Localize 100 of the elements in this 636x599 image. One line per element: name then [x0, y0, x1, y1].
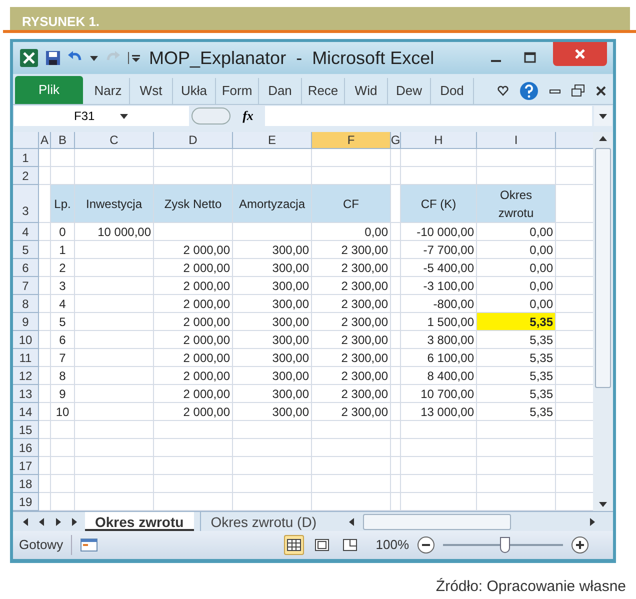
row-header[interactable]: 7 — [13, 277, 39, 295]
column-header[interactable]: G — [391, 132, 401, 149]
file-tab[interactable]: Plik — [15, 76, 83, 104]
table-cell — [39, 167, 51, 185]
table-cell — [39, 421, 51, 439]
scroll-up-icon[interactable] — [598, 134, 608, 144]
restore-icon[interactable] — [571, 84, 585, 98]
zoom-percent[interactable]: 100% — [376, 535, 409, 555]
expand-button[interactable] — [594, 106, 612, 126]
spreadsheet-app-icon[interactable] — [19, 48, 39, 68]
column-header[interactable]: F — [312, 132, 391, 149]
table-cell: 0,00 — [312, 223, 391, 241]
table-cell: 300,00 — [233, 349, 312, 367]
table-cell — [39, 331, 51, 349]
row-header[interactable]: 9 — [13, 313, 39, 331]
table-cell — [391, 295, 401, 313]
normal-view-button[interactable] — [284, 535, 304, 555]
scroll-left-icon[interactable] — [346, 516, 356, 526]
previous-sheet-icon[interactable] — [37, 516, 47, 526]
sheet-tab[interactable]: Okres zwrotu — [85, 512, 194, 531]
row-header[interactable]: 13 — [13, 385, 39, 403]
insert-function-button[interactable]: fx — [233, 106, 263, 126]
column-header[interactable]: D — [154, 132, 233, 149]
column-title: CF — [312, 185, 391, 223]
table-cell: 0 — [51, 223, 75, 241]
row-header[interactable]: 8 — [13, 295, 39, 313]
table-cell: 5,35 — [477, 331, 556, 349]
table-cell: 300,00 — [233, 331, 312, 349]
row-header[interactable]: 15 — [13, 421, 39, 439]
close-button[interactable] — [553, 42, 607, 66]
row-header[interactable]: 16 — [13, 439, 39, 457]
column-header[interactable]: B — [51, 132, 75, 149]
column-header[interactable]: E — [233, 132, 312, 149]
table-cell: 6 — [51, 331, 75, 349]
table-cell: 1 — [51, 241, 75, 259]
row-header[interactable]: 6 — [13, 259, 39, 277]
table-cell: 10 000,00 — [75, 223, 154, 241]
row-header[interactable]: 3 — [13, 185, 39, 223]
row-header[interactable]: 18 — [13, 475, 39, 493]
row-header[interactable]: 11 — [13, 349, 39, 367]
close-icon[interactable] — [595, 85, 607, 97]
table-cell: 300,00 — [233, 403, 312, 421]
help-icon[interactable] — [519, 81, 539, 101]
table-cell: 4 — [51, 295, 75, 313]
figure-label: RYSUNEK 1. — [22, 15, 100, 28]
maximize-icon[interactable] — [523, 51, 537, 65]
table-cell: 2 300,00 — [312, 295, 391, 313]
row-header[interactable]: 10 — [13, 331, 39, 349]
table-cell: 2 000,00 — [154, 331, 233, 349]
slider-thumb[interactable] — [500, 537, 510, 553]
formula-handle-icon[interactable] — [191, 106, 231, 124]
row-header[interactable]: 17 — [13, 457, 39, 475]
column-title: Zysk Netto — [154, 185, 233, 223]
table-cell — [39, 259, 51, 277]
table-cell: 300,00 — [233, 259, 312, 277]
scroll-right-icon[interactable] — [587, 516, 597, 526]
table-cell: 5,35 — [477, 349, 556, 367]
heart-icon[interactable] — [497, 85, 509, 97]
table-cell: 5,35 — [477, 385, 556, 403]
zoom-in-icon[interactable] — [571, 536, 589, 554]
table-cell — [391, 167, 401, 185]
horizontal-scroll-thumb[interactable] — [362, 514, 510, 530]
customize-toolbar-icon[interactable] — [127, 51, 141, 65]
zoom-slider[interactable] — [443, 537, 563, 553]
scroll-thumb[interactable] — [595, 148, 611, 388]
row-header[interactable]: 12 — [13, 367, 39, 385]
column-title: Lp. — [51, 185, 75, 223]
table-cell: 10 — [51, 403, 75, 421]
save-icon[interactable] — [45, 50, 61, 66]
row-header[interactable]: 2 — [13, 167, 39, 185]
row-header[interactable]: 4 — [13, 223, 39, 241]
table-cell — [391, 313, 401, 331]
first-sheet-icon[interactable] — [21, 516, 31, 526]
table-cell: 2 000,00 — [154, 403, 233, 421]
row-header[interactable]: 19 — [13, 493, 39, 511]
name-box[interactable]: F31 — [14, 106, 189, 126]
table-cell — [39, 349, 51, 367]
table-cell — [391, 223, 401, 241]
row-header[interactable]: 5 — [13, 241, 39, 259]
scroll-down-icon[interactable] — [598, 499, 608, 509]
column-header[interactable]: A — [39, 132, 51, 149]
row-header[interactable]: 1 — [13, 149, 39, 167]
column-header[interactable]: I — [477, 132, 556, 149]
next-sheet-icon[interactable] — [53, 516, 63, 526]
row-header[interactable]: 14 — [13, 403, 39, 421]
caret-icon[interactable] — [89, 53, 99, 63]
window-title: MOP_Explanator - Microsoft Excel — [149, 46, 434, 70]
table-cell — [51, 439, 75, 457]
formula-input[interactable] — [265, 106, 592, 126]
column-title: CF (K) — [401, 185, 477, 223]
column-title: Inwestycja — [75, 185, 154, 223]
vertical-scrollbar[interactable] — [593, 132, 613, 511]
last-sheet-icon[interactable] — [69, 516, 79, 526]
table-cell: 5,35 — [477, 313, 556, 331]
macro-record-icon[interactable] — [80, 537, 98, 553]
column-header[interactable]: H — [401, 132, 477, 149]
table-cell: 300,00 — [233, 241, 312, 259]
zoom-out-icon[interactable] — [417, 536, 435, 554]
table-cell — [391, 457, 401, 475]
column-header[interactable]: C — [75, 132, 154, 149]
